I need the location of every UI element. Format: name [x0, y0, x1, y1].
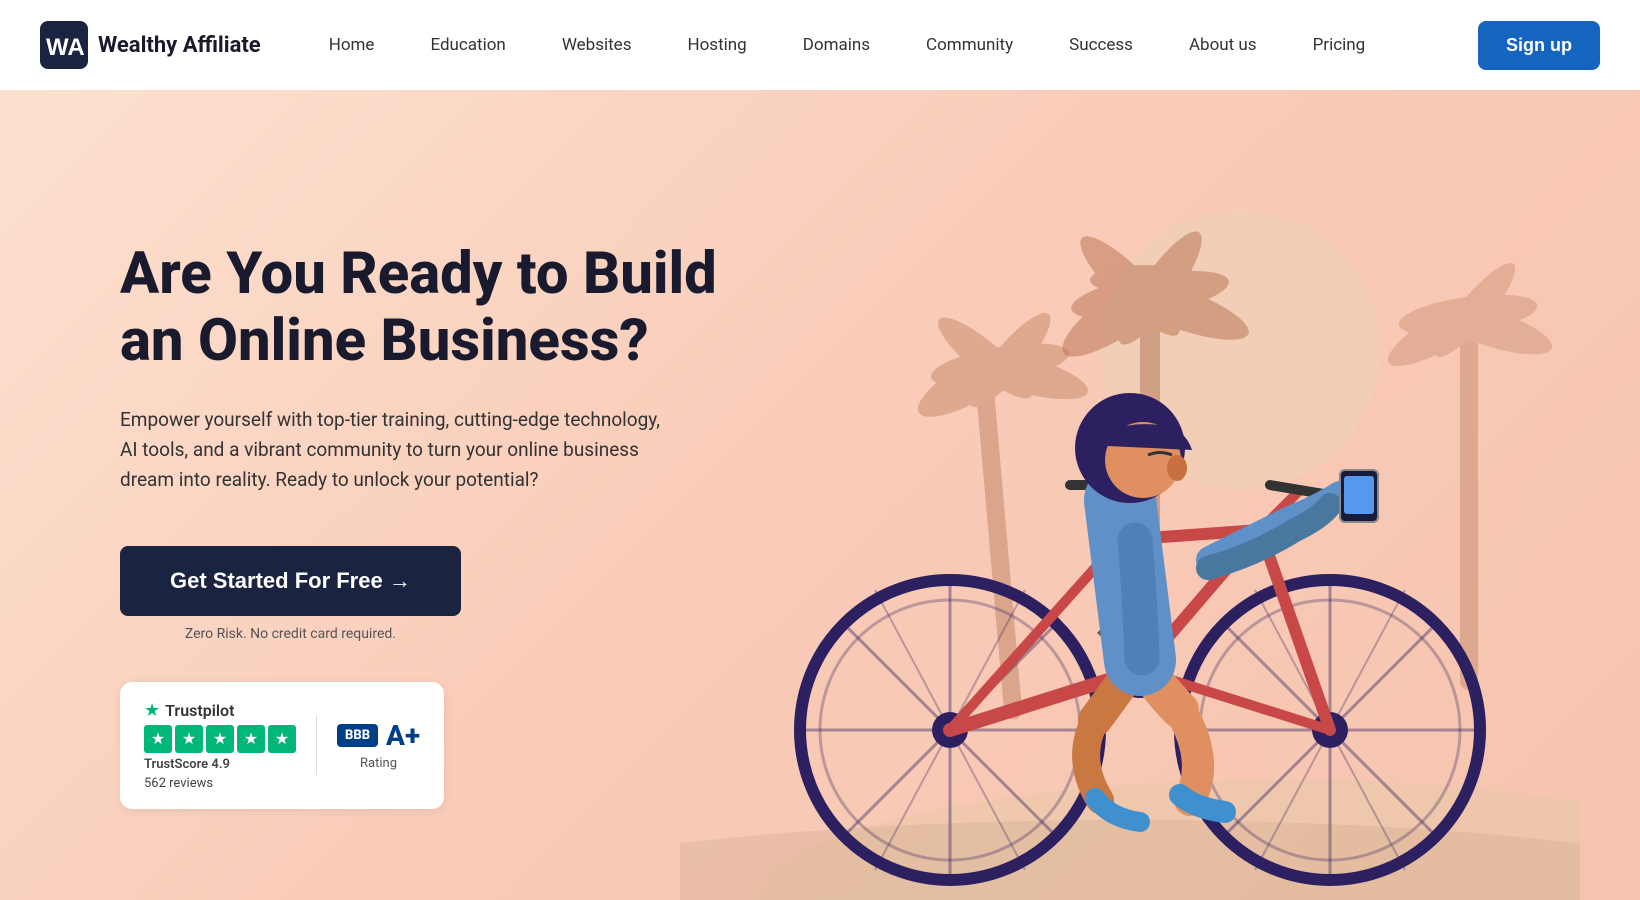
nav-home[interactable]: Home: [301, 0, 403, 90]
nav-websites[interactable]: Websites: [534, 0, 660, 90]
star-1: ★: [144, 725, 172, 753]
bbb-label: Rating: [360, 756, 397, 771]
wa-logo-icon: WA: [40, 21, 88, 69]
trust-badge: ★ Trustpilot ★ ★ ★ ★ ★ TrustScore 4.9 56…: [120, 682, 444, 809]
svg-text:WA: WA: [46, 34, 85, 61]
nav-education[interactable]: Education: [402, 0, 533, 90]
hero-title: Are You Ready to Build an Online Busines…: [120, 241, 720, 374]
star-4: ★: [237, 725, 265, 753]
logo-link[interactable]: WA Wealthy Affiliate: [40, 21, 261, 69]
hero-illustration: [720, 150, 1560, 900]
trustpilot-section: ★ Trustpilot ★ ★ ★ ★ ★ TrustScore 4.9 56…: [144, 700, 296, 791]
cyclist-illustration: [680, 200, 1580, 900]
cta-block: Get Started For Free → Zero Risk. No cre…: [120, 546, 461, 642]
trustpilot-header: ★ Trustpilot: [144, 700, 296, 721]
bbb-logo: BBB: [337, 724, 378, 747]
nav-success[interactable]: Success: [1041, 0, 1161, 90]
cta-row: Get Started For Free → Zero Risk. No cre…: [120, 546, 720, 809]
nav-about[interactable]: About us: [1161, 0, 1285, 90]
navbar: WA Wealthy Affiliate Home Education Webs…: [0, 0, 1640, 90]
hero-section: Are You Ready to Build an Online Busines…: [0, 90, 1640, 900]
trustpilot-logo: ★ Trustpilot: [144, 700, 234, 721]
nav-pricing[interactable]: Pricing: [1285, 0, 1394, 90]
signup-button[interactable]: Sign up: [1478, 21, 1600, 70]
nav-domains[interactable]: Domains: [775, 0, 898, 90]
hero-subtitle: Empower yourself with top-tier training,…: [120, 405, 680, 496]
trustpilot-name: Trustpilot: [165, 701, 234, 720]
no-risk-text: Zero Risk. No credit card required.: [185, 626, 396, 642]
get-started-button[interactable]: Get Started For Free →: [120, 546, 461, 616]
badge-divider: [316, 715, 317, 775]
trust-score: TrustScore 4.9: [144, 757, 296, 772]
nav-links: Home Education Websites Hosting Domains …: [301, 0, 1478, 90]
nav-hosting[interactable]: Hosting: [659, 0, 774, 90]
logo-text: Wealthy Affiliate: [98, 33, 261, 58]
bbb-section: BBB A+ Rating: [337, 719, 420, 771]
nav-community[interactable]: Community: [898, 0, 1041, 90]
bbb-rating: A+: [386, 719, 420, 752]
star-5: ★: [268, 725, 296, 753]
trustpilot-star-icon: ★: [144, 700, 160, 721]
hero-content: Are You Ready to Build an Online Busines…: [120, 241, 720, 809]
star-3: ★: [206, 725, 234, 753]
reviews-count: 562 reviews: [144, 776, 296, 791]
stars-row: ★ ★ ★ ★ ★: [144, 725, 296, 753]
bbb-badge: BBB A+: [337, 719, 420, 752]
star-2: ★: [175, 725, 203, 753]
